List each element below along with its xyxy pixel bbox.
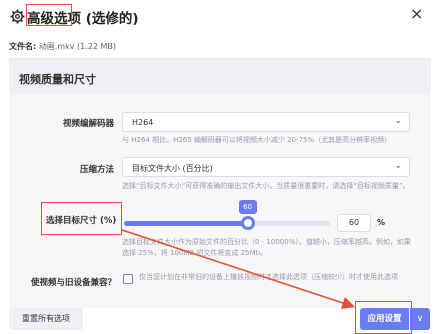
slider-thumb[interactable] [240,216,255,230]
encoder-hint: 与 H264 相比，H265 编解码器可以将视频大小减少 20-75%（尤其是高… [122,136,392,144]
compression-label: 压缩方法 [79,165,114,175]
reset-all-button[interactable]: 重置所有选项 [9,308,83,330]
apply-dropdown-button[interactable]: ∨ [410,308,430,330]
target-size-highlight-box [41,202,122,235]
encoder-value: H264 [132,118,154,127]
encoder-label: 视频编解码器 [62,119,114,129]
gear-icon [10,9,25,24]
file-value: 动画.mkv (1.22 MB) [38,42,116,51]
target-size-slider[interactable] [124,221,330,226]
advanced-options-dialog: 高级选项 (选修的) × 文件名: 动画.mkv (1.22 MB) 视频质量和… [0,0,440,334]
target-size-hint: 选择目标文件大小作为原始文件的百分比（0 - 10000%）。值越小，压缩率越高… [122,238,411,257]
percent-unit: % [377,218,386,227]
close-icon[interactable]: × [410,6,423,22]
chevron-down-icon: ⌄ [394,116,402,126]
panel-title: 视频质量和尺寸 [19,73,96,86]
encoder-select[interactable]: H264 ⌄ [122,112,410,132]
compression-hint: 选择“目标文件大小”可获得准确的输出文件大小，当质量很重要时，请选择“目标视频质… [122,182,410,190]
slider-value-tooltip: 60 [238,200,257,214]
compat-hint: 仅当您计划在非常旧的设备上播放视频时才选择此选项（压缩较少）时才使用此选项 [139,273,398,281]
compat-checkbox[interactable] [123,274,133,284]
target-size-input[interactable]: 60 [337,214,371,232]
file-info: 文件名: 动画.mkv (1.22 MB) [9,41,116,52]
chevron-down-icon: ⌄ [394,161,402,171]
compression-value: 目标文件大小 (百分比) [132,164,213,173]
compat-label: 使视频与旧设备兼容？ [30,278,116,288]
dialog-header: 高级选项 (选修的) × [0,0,440,34]
slider-fill [124,221,248,226]
compression-select[interactable]: 目标文件大小 (百分比) ⌄ [122,157,410,177]
panel-header: 视频质量和尺寸 [9,59,431,95]
apply-highlight-box [355,301,412,334]
title-highlight-box [26,4,72,26]
file-label: 文件名: [9,42,37,51]
